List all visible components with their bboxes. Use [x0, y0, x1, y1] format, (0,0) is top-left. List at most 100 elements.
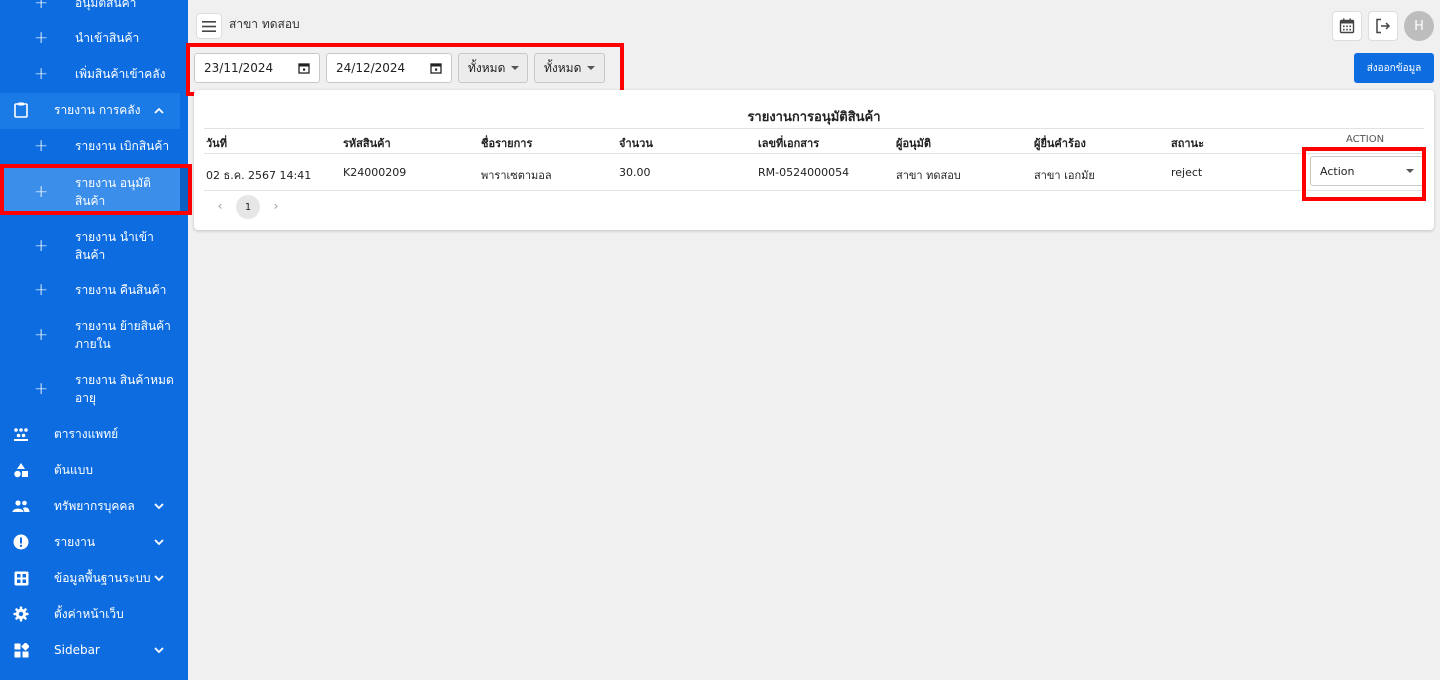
caret-down-icon — [511, 66, 520, 70]
column-header-code: รหัสสินค้า — [343, 137, 391, 150]
cell-name: พาราเซตามอล — [481, 169, 552, 182]
calendar-button[interactable] — [1332, 11, 1362, 41]
sidebar-item-import-products[interactable]: + นำเข้าสินค้า — [0, 29, 180, 47]
hamburger-icon — [202, 20, 216, 32]
pagination-next-button[interactable]: › — [266, 196, 286, 216]
logout-button[interactable] — [1368, 11, 1398, 41]
cell-code: K24000209 — [343, 166, 407, 179]
sidebar-item-doctor-schedule[interactable]: ตารางแพทย์ — [0, 425, 180, 443]
divider — [204, 190, 1424, 191]
sidebar-group-warehouse-report[interactable]: รายงาน การคลัง — [0, 101, 180, 119]
chevron-down-icon — [152, 643, 166, 657]
column-header-action: ACTION — [1346, 134, 1385, 145]
calendar-icon[interactable] — [298, 62, 310, 74]
chevron-down-icon — [152, 571, 166, 585]
sidebar-item-import-report[interactable]: + รายงาน นำเข้าสินค้า — [0, 228, 180, 264]
plus-icon: + — [34, 27, 49, 48]
sidebar-item-label: รายงาน นำเข้าสินค้า — [75, 230, 154, 262]
plus-icon: + — [34, 63, 49, 84]
logout-icon — [1376, 18, 1391, 34]
sidebar-item-master-data[interactable]: ข้อมูลพื้นฐานระบบ — [0, 569, 180, 587]
sidebar-item-label: Sidebar — [54, 643, 100, 657]
cell-approver: สาขา ทดสอบ — [896, 169, 961, 182]
plus-icon: + — [34, 279, 49, 300]
people-icon — [12, 497, 30, 515]
sidebar-item-template[interactable]: ต้นแบบ — [0, 461, 180, 479]
sidebar-item-hr[interactable]: ทรัพยากรบุคคล — [0, 497, 180, 515]
sidebar-item-return-report[interactable]: + รายงาน คืนสินค้า — [0, 281, 180, 299]
avatar[interactable]: H — [1404, 11, 1434, 41]
pagination-page[interactable]: 1 — [236, 195, 260, 219]
sidebar-item-label: รายงาน การคลัง — [54, 103, 141, 117]
sidebar-item-label: รายงาน สินค้าหมดอายุ — [75, 373, 174, 405]
column-header-name: ชื่อรายการ — [481, 137, 533, 150]
plus-icon: + — [34, 236, 49, 256]
sidebar-item-label: ข้อมูลพื้นฐานระบบ — [54, 571, 151, 585]
cell-requester: สาขา เอกมัย — [1034, 169, 1095, 182]
calendar-icon[interactable] — [430, 62, 442, 74]
sidebar-item-approve-products[interactable]: + อนุมัติสินค้า — [0, 0, 180, 12]
menu-button[interactable] — [196, 13, 222, 39]
report-card: รายงานการอนุมัติสินค้า วันที่ รหัสสินค้า… — [194, 90, 1434, 230]
filter-select-1-value: ทั้งหมด — [468, 60, 506, 75]
sidebar-item-label: เพิ่มสินค้าเข้าคลัง — [75, 67, 166, 81]
plus-icon: + — [34, 182, 49, 202]
sidebar-item-withdraw-report[interactable]: + รายงาน เบิกสินค้า — [0, 137, 180, 155]
column-header-approver: ผู้อนุมัติ — [896, 137, 931, 150]
filter-select-1[interactable]: ทั้งหมด — [458, 53, 528, 83]
dashboard-icon — [12, 641, 30, 659]
clipboard-icon — [12, 101, 30, 119]
divider — [204, 128, 1424, 129]
sidebar-item-label: อนุมัติสินค้า — [75, 0, 137, 10]
chevron-up-icon — [152, 103, 166, 117]
start-date-value: 23/11/2024 — [204, 61, 274, 75]
filter-select-2[interactable]: ทั้งหมด — [534, 53, 605, 83]
sidebar-item-approve-report[interactable]: + รายงาน อนุมัติสินค้า — [0, 174, 180, 210]
column-header-date: วันที่ — [206, 137, 227, 150]
caret-down-icon — [1406, 169, 1414, 173]
caret-down-icon — [587, 66, 596, 70]
sidebar-item-label: ต้นแบบ — [54, 463, 93, 477]
column-header-requester: ผู้ยื่นคำร้อง — [1034, 137, 1086, 150]
start-date-input[interactable]: 23/11/2024 — [194, 53, 320, 83]
chevron-down-icon — [152, 499, 166, 513]
column-header-qty: จำนวน — [619, 137, 653, 150]
sidebar-item-reports[interactable]: รายงาน — [0, 533, 180, 551]
calendar-icon — [1339, 18, 1355, 34]
cell-qty: 30.00 — [619, 166, 651, 179]
plus-icon: + — [34, 379, 49, 399]
pagination-prev-button[interactable]: ‹ — [210, 196, 230, 216]
cell-status: reject — [1171, 166, 1203, 179]
sidebar-item-label: รายงาน อนุมัติสินค้า — [75, 176, 151, 208]
end-date-input[interactable]: 24/12/2024 — [326, 53, 452, 83]
sidebar-item-label: ตารางแพทย์ — [54, 427, 119, 441]
sidebar-item-label: รายงาน เบิกสินค้า — [75, 139, 170, 153]
sidebar-item-transfer-report[interactable]: + รายงาน ย้ายสินค้าภายใน — [0, 317, 180, 353]
plus-icon: + — [34, 0, 49, 13]
sidebar-item-label: รายงาน ย้ายสินค้าภายใน — [75, 319, 171, 351]
action-select-value: Action — [1320, 164, 1355, 178]
sidebar-item-expired-report[interactable]: + รายงาน สินค้าหมดอายุ — [0, 371, 180, 407]
sidebar-item-label: รายงาน — [54, 535, 96, 549]
plus-icon: + — [34, 135, 49, 156]
gear-icon — [12, 605, 30, 623]
alert-circle-icon — [12, 533, 30, 551]
branch-name: สาขา ทดสอบ — [229, 17, 300, 31]
plus-icon: + — [34, 325, 49, 345]
report-title: รายงานการอนุมัติสินค้า — [747, 110, 881, 125]
sidebar-item-web-settings[interactable]: ตั้งค่าหน้าเว็บ — [0, 605, 180, 623]
chevron-down-icon — [152, 535, 166, 549]
sidebar-item-sidebar[interactable]: Sidebar — [0, 641, 180, 659]
filter-select-2-value: ทั้งหมด — [544, 60, 582, 75]
sidebar-item-label: ทรัพยากรบุคคล — [54, 499, 135, 513]
sidebar-item-label: รายงาน คืนสินค้า — [75, 283, 167, 297]
shapes-icon — [12, 461, 30, 479]
sidebar-item-add-stock[interactable]: + เพิ่มสินค้าเข้าคลัง — [0, 65, 180, 83]
cell-doc: RM-0524000054 — [758, 166, 850, 179]
action-select[interactable]: Action — [1310, 156, 1424, 186]
sidebar: + อนุมัติสินค้า + นำเข้าสินค้า + เพิ่มสิ… — [0, 0, 188, 680]
divider — [204, 153, 1424, 154]
sidebar-item-label: นำเข้าสินค้า — [75, 31, 140, 45]
end-date-value: 24/12/2024 — [336, 61, 406, 75]
export-button[interactable]: ส่งออกข้อมูล — [1354, 53, 1434, 83]
